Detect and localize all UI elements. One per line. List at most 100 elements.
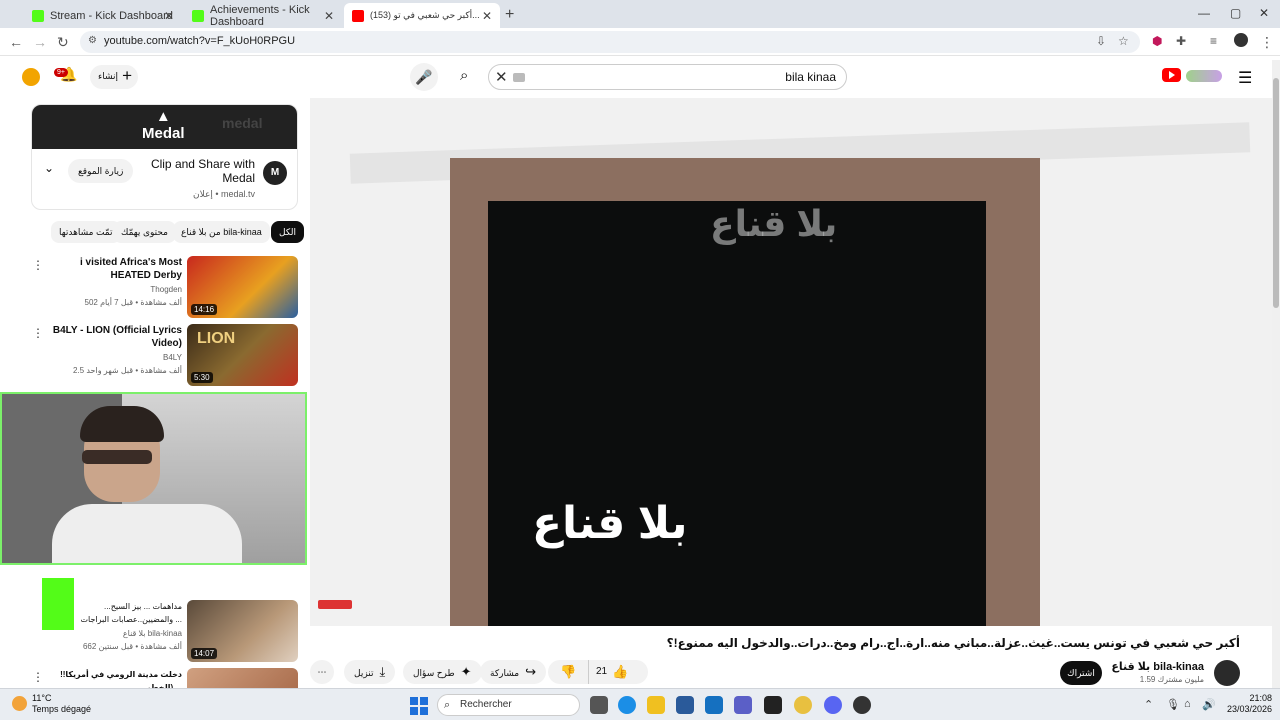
tab-youtube[interactable]: (153) أكبر حي شعبي في تو... ✕ (344, 3, 500, 28)
video-title[interactable]: B4LY - LION (Official Lyrics Video) (52, 324, 182, 350)
windows-start-icon[interactable] (410, 697, 428, 715)
youtube-logo-icon[interactable] (1162, 68, 1181, 82)
close-icon[interactable]: ✕ (324, 9, 334, 23)
ask-button[interactable]: طرح سؤال ✦ (403, 660, 482, 684)
scrollbar-thumb[interactable] (1273, 78, 1279, 308)
video-thumbnail[interactable]: 14:16 (187, 256, 298, 318)
outlook-icon[interactable] (705, 696, 723, 714)
youtube-header: 🔔 إنشاء + 🎤 ✕ bila kinaa ⌕ (0, 56, 1280, 98)
search-box[interactable]: ✕ bila kinaa (488, 64, 847, 90)
chip-recommended[interactable]: محتوى يهمّك (113, 221, 176, 243)
microphone-icon[interactable]: 🎙 (1166, 698, 1180, 711)
close-icon[interactable]: ✕ (164, 9, 174, 23)
tab-kick-achievements[interactable]: Achievements - Kick Dashboard ✕ (184, 3, 342, 28)
store-icon[interactable] (676, 696, 694, 714)
keyboard-icon[interactable] (513, 73, 525, 82)
file-explorer-icon[interactable] (647, 696, 665, 714)
extension-shield-icon[interactable]: ⬢ (1152, 34, 1162, 48)
related-video-item[interactable]: 14:16 i visited Africa's Most HEATED Der… (20, 256, 300, 320)
reload-icon[interactable]: ↻ (57, 34, 69, 51)
address-bar[interactable]: ⚙ youtube.com/watch?v=F_kUoH0RPGU (80, 31, 1140, 53)
duration-badge: 14:16 (191, 304, 218, 315)
reading-list-icon[interactable]: ≡ (1210, 34, 1217, 48)
dislike-icon[interactable]: 👎 (560, 660, 576, 684)
share-button[interactable]: مشاركة ↪ (480, 660, 546, 684)
chip-watched[interactable]: تمّت مشاهدتها (51, 221, 121, 243)
download-button[interactable]: تنزيل ⤓ (344, 660, 396, 684)
new-tab-plus-icon[interactable]: + (505, 6, 514, 24)
browser-toolbar: ← → ↻ ⚙ youtube.com/watch?v=F_kUoH0RPGU … (0, 28, 1280, 56)
tray-overflow-chevron-icon[interactable]: ⌃ (1144, 698, 1153, 711)
taskbar-search-box[interactable]: ⌕ Rechercher (437, 694, 580, 716)
guide-menu-icon[interactable]: ☰ (1238, 68, 1252, 88)
profile-avatar[interactable] (1234, 33, 1248, 47)
more-actions-button[interactable]: ⋯ (310, 660, 334, 684)
video-meta: 502 ألف مشاهدة • قبل 7 أيام (84, 298, 183, 307)
chip-all[interactable]: الكل (271, 221, 305, 243)
chevron-down-icon[interactable]: ⌄ (44, 161, 54, 175)
channel-avatar[interactable] (1214, 660, 1240, 686)
chrome-icon[interactable] (794, 696, 812, 714)
channel-name[interactable]: B4LY (163, 353, 182, 362)
visit-site-button[interactable]: زيارة الموقع (68, 159, 134, 183)
streamer-webcam-overlay (0, 392, 307, 565)
youtube-favicon-icon (352, 9, 364, 22)
edge-browser-icon[interactable] (618, 696, 636, 714)
terminal-icon[interactable] (764, 696, 782, 714)
video-player[interactable]: بلا قناع بلا قناع (310, 98, 1272, 626)
clear-search-icon[interactable]: ✕ (495, 68, 508, 86)
browser-menu-icon[interactable]: ⋮ (1260, 34, 1274, 51)
account-avatar[interactable] (22, 68, 40, 86)
video-title[interactable]: دخلت مدينة الرومي في أمريكا!! (الخطر ... (52, 668, 182, 688)
network-icon[interactable]: ⌂ (1184, 698, 1191, 710)
streamer-shirt (52, 504, 242, 563)
close-window-icon[interactable]: ✕ (1259, 6, 1269, 20)
related-video-item[interactable]: LION 5:30 B4LY - LION (Official Lyrics V… (20, 324, 300, 388)
kick-logo-overlay (42, 578, 74, 630)
extensions-puzzle-icon[interactable]: ✚ (1176, 34, 1186, 48)
ad-banner[interactable]: ▲ Medal medal (32, 105, 297, 149)
maximize-icon[interactable]: ▢ (1230, 6, 1241, 20)
close-icon[interactable]: ✕ (482, 9, 492, 23)
minimize-icon[interactable]: — (1198, 6, 1210, 20)
tab-kick-stream[interactable]: Stream - Kick Dashboard ✕ (24, 3, 182, 28)
obs-icon[interactable] (853, 696, 871, 714)
channel-name[interactable]: بلا قناع bila-kinaa (1111, 660, 1204, 673)
video-title[interactable]: i visited Africa's Most HEATED Derby (52, 256, 182, 282)
search-input[interactable]: bila kinaa (785, 70, 836, 84)
like-icon[interactable]: 👍 (612, 660, 628, 684)
voice-search-mic-icon[interactable]: 🎤 (410, 63, 438, 91)
task-view-icon[interactable] (590, 696, 608, 714)
subscribe-button[interactable]: اشتراك (1060, 661, 1102, 685)
system-clock[interactable]: 21:08 23/03/2026 (1222, 693, 1272, 715)
create-button[interactable]: إنشاء + (90, 65, 138, 89)
weather-temp: 11°C (32, 693, 52, 703)
teams-icon[interactable] (734, 696, 752, 714)
windows-taskbar: 11°C Temps dégagé ⌕ Rechercher ⌃ 🎙 ⌂ 🔊 2… (0, 688, 1280, 720)
doodle-logo[interactable] (1186, 70, 1222, 82)
search-icon[interactable]: ⌕ (460, 67, 468, 84)
discord-icon[interactable] (824, 696, 842, 714)
video-thumbnail[interactable] (187, 668, 298, 688)
chip-from-channel[interactable]: من بلا قناع bila-kinaa (173, 221, 270, 243)
weather-widget[interactable]: 11°C Temps dégagé (12, 693, 91, 715)
back-arrow-icon[interactable]: ← (9, 34, 23, 50)
volume-icon[interactable]: 🔊 (1202, 698, 1216, 711)
forward-arrow-icon[interactable]: → (33, 34, 47, 50)
site-info-icon[interactable]: ⚙ (88, 35, 97, 46)
page-scrollbar[interactable] (1272, 60, 1280, 688)
video-thumbnail[interactable]: 14:07 (187, 600, 298, 662)
channel-name[interactable]: بلا قناع bila-kinaa (123, 629, 182, 638)
more-actions-icon[interactable]: ⋮ (32, 258, 44, 272)
more-actions-icon[interactable]: ⋮ (32, 326, 44, 340)
video-thumbnail[interactable]: LION 5:30 (187, 324, 298, 386)
like-dislike-group: 👎 21 👍 (548, 660, 648, 684)
plus-icon: + (122, 66, 132, 85)
more-actions-icon[interactable]: ⋮ (32, 670, 44, 684)
channel-name[interactable]: Thogden (150, 285, 182, 294)
ad-title[interactable]: Clip and Share with Medal (145, 157, 255, 185)
sponsored-ad-card[interactable]: ▲ Medal medal M Clip and Share with Medal… (31, 104, 298, 210)
install-app-icon[interactable]: ⇩ (1096, 34, 1106, 48)
related-video-item[interactable]: دخلت مدينة الرومي في أمريكا!! (الخطر ...… (20, 668, 300, 688)
bookmark-star-icon[interactable]: ☆ (1118, 34, 1129, 48)
